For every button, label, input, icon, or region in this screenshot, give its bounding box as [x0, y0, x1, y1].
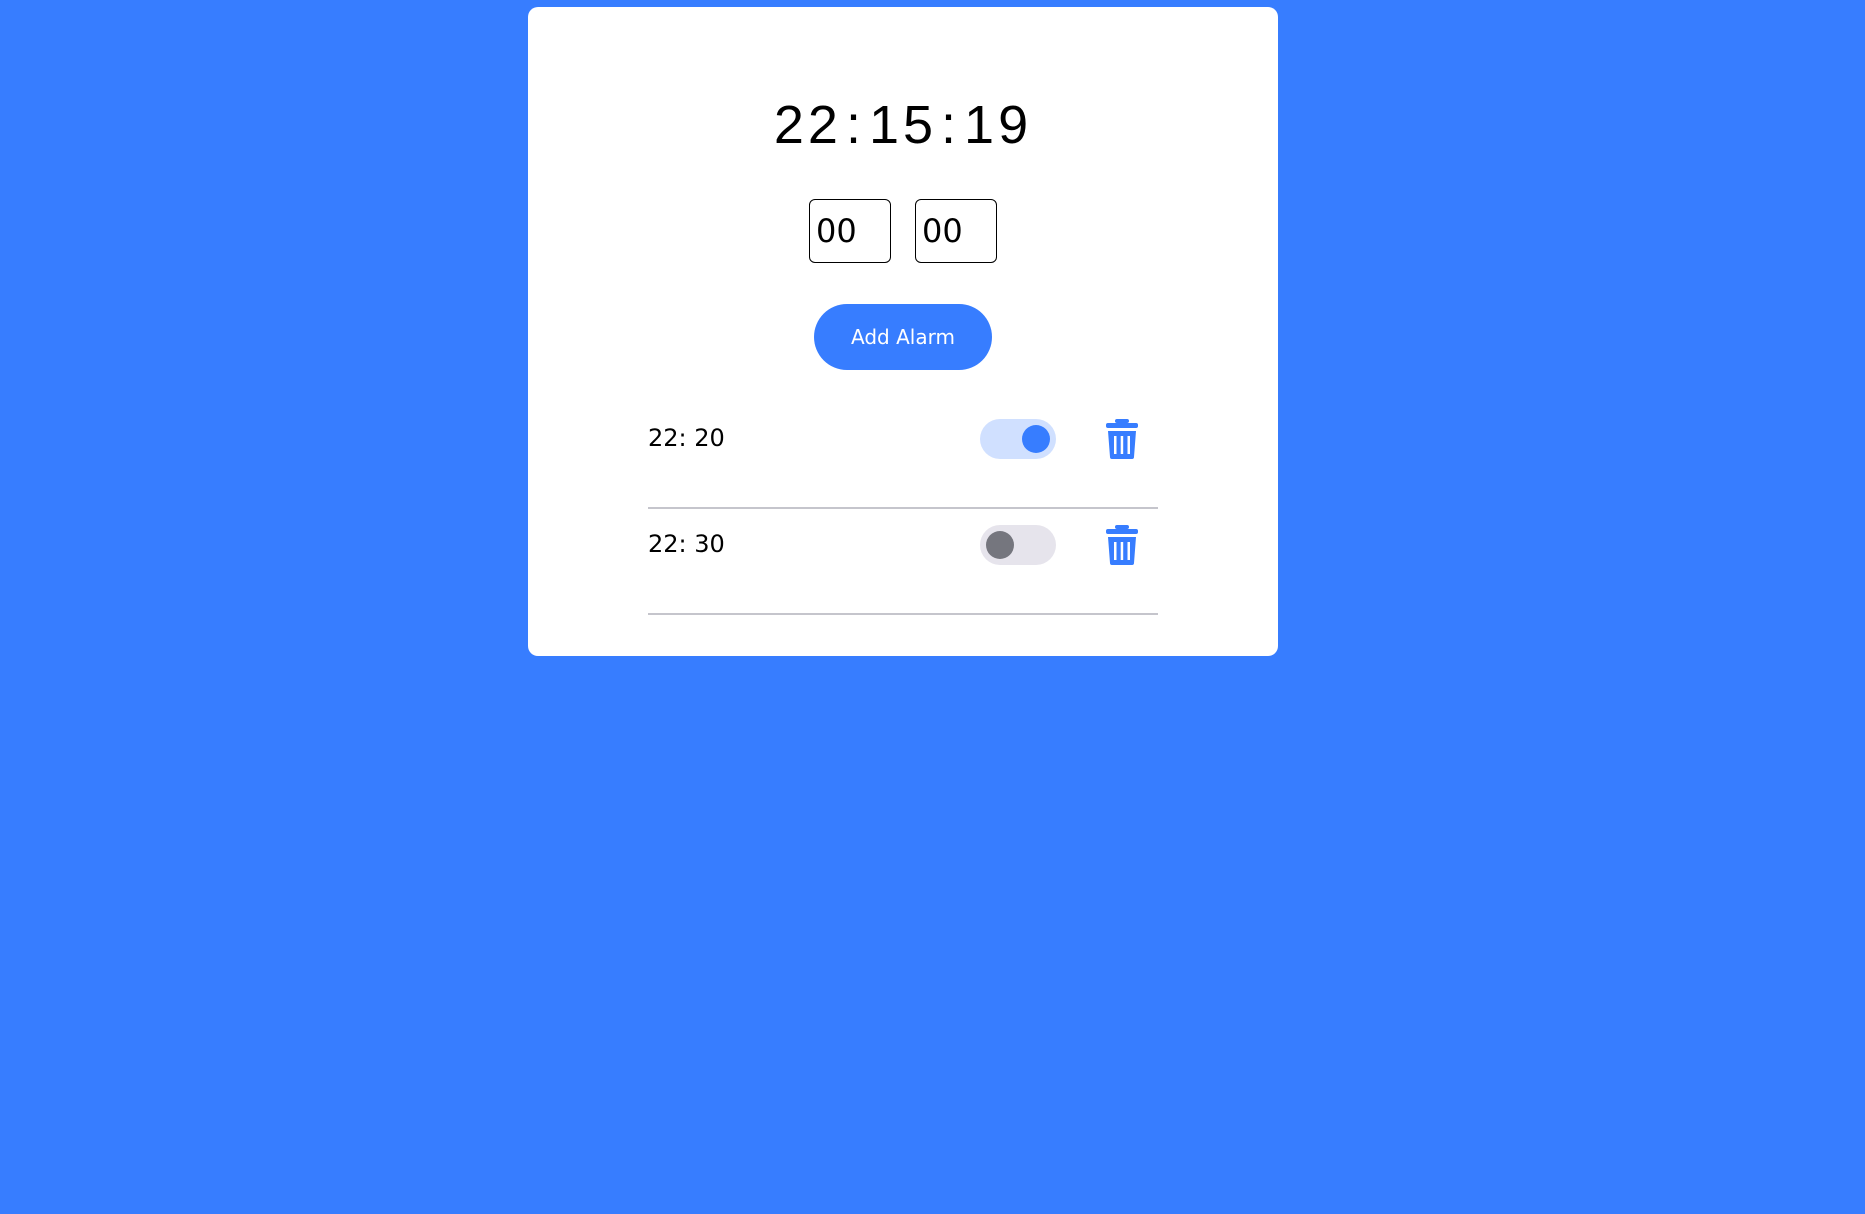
- add-alarm-button[interactable]: Add Alarm: [814, 304, 992, 370]
- alarm-list: 22: 20 22: 30: [648, 403, 1158, 615]
- alarm-item: 22: 20: [648, 403, 1158, 509]
- minute-input[interactable]: [915, 199, 997, 263]
- alarm-time-inputs: [528, 199, 1278, 263]
- current-time-display: 22:15:19: [528, 93, 1278, 157]
- hour-input[interactable]: [809, 199, 891, 263]
- clock-minutes: 15: [868, 95, 938, 155]
- clock-hours: 22: [773, 95, 842, 155]
- alarm-time-label: 22: 30: [648, 530, 725, 558]
- clock-separator: :: [941, 95, 961, 155]
- alarm-item: 22: 30: [648, 509, 1158, 615]
- clock-seconds: 19: [964, 95, 1033, 155]
- alarm-toggle[interactable]: [980, 525, 1056, 565]
- clock-separator: :: [845, 95, 865, 155]
- alarm-time-label: 22: 20: [648, 424, 725, 452]
- trash-icon[interactable]: [1105, 525, 1139, 565]
- alarm-toggle[interactable]: [980, 419, 1056, 459]
- trash-icon[interactable]: [1105, 419, 1139, 459]
- toggle-knob: [1022, 425, 1050, 453]
- toggle-knob: [986, 531, 1014, 559]
- alarm-card: 22:15:19 Add Alarm 22: 20: [528, 7, 1278, 656]
